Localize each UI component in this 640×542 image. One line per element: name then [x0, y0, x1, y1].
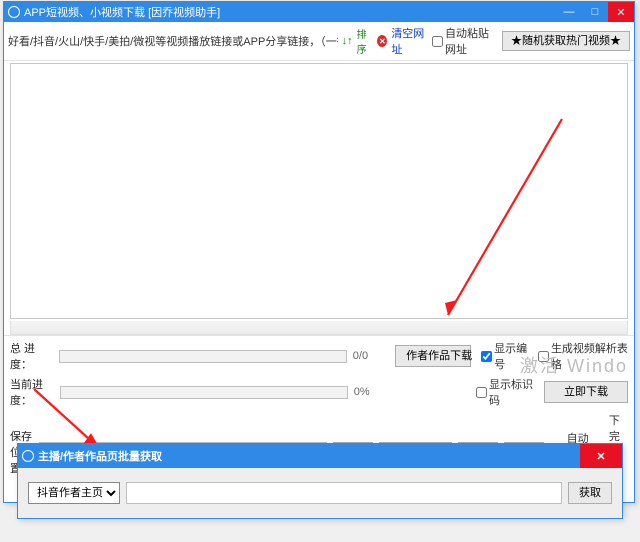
dialog-window: 主播/作者作品页批量获取 ✕ 抖音作者主页 获取	[17, 443, 623, 519]
main-window: APP短视频、小视频下载 [因乔视频助手] — □ ✕ 好看/抖音/火山/快手/…	[3, 1, 635, 503]
dialog-close-button[interactable]: ✕	[580, 444, 622, 468]
showid-checkbox[interactable]: 显示标识码	[476, 376, 538, 408]
fetch-button[interactable]: 获取	[568, 482, 612, 504]
dialog-title: 主播/作者作品页批量获取	[38, 448, 162, 464]
current-progress-bar	[60, 386, 348, 399]
dialog-titlebar: 主播/作者作品页批量获取 ✕	[18, 444, 622, 468]
clear-icon[interactable]: ✕	[377, 35, 387, 47]
total-progress-bar	[59, 350, 347, 363]
sort-button[interactable]: ↓↑	[342, 34, 353, 48]
maximize-button[interactable]: □	[582, 2, 608, 22]
random-hot-button[interactable]: ★随机获取热门视频★	[502, 31, 630, 51]
download-button[interactable]: 立即下载	[544, 381, 628, 403]
sort-label: 排序	[357, 26, 374, 56]
window-title: APP短视频、小视频下载 [因乔视频助手]	[24, 4, 220, 20]
close-button[interactable]: ✕	[608, 2, 634, 22]
app-icon	[8, 6, 20, 18]
main-titlebar: APP短视频、小视频下载 [因乔视频助手] — □ ✕	[4, 2, 634, 22]
dialog-icon	[22, 450, 34, 462]
watermark: 激活 Windo	[520, 352, 628, 378]
current-progress-value: 0%	[354, 386, 385, 398]
textarea-scroll-corner	[10, 321, 628, 335]
current-progress-label: 当前进度：	[10, 376, 54, 408]
clear-url-link[interactable]: 清空网址	[391, 25, 428, 57]
toolbar: 好看/抖音/火山/快手/美拍/微视等视频播放链接或APP分享链接，（一行一个链接…	[4, 22, 634, 61]
minimize-button[interactable]: —	[556, 2, 582, 22]
dialog-body: 抖音作者主页 获取	[18, 468, 622, 518]
url-hint: 好看/抖音/火山/快手/美拍/微视等视频播放链接或APP分享链接，（一行一个链接…	[8, 33, 338, 49]
url-textarea[interactable]	[10, 63, 628, 319]
author-url-input[interactable]	[126, 482, 562, 504]
total-progress-label: 总 进 度：	[10, 340, 53, 372]
total-progress-value: 0/0	[353, 350, 383, 362]
autopaste-checkbox[interactable]: 自动粘贴网址	[432, 25, 498, 57]
author-works-button[interactable]: 作者作品下载	[395, 345, 471, 367]
source-select[interactable]: 抖音作者主页	[28, 482, 120, 504]
